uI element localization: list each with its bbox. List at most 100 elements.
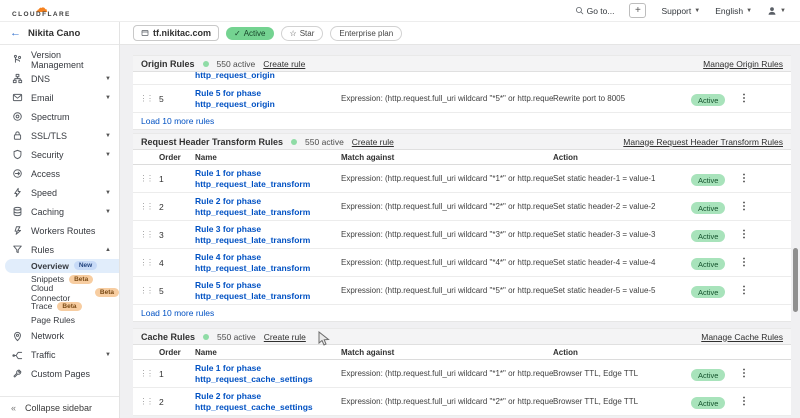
- sidebar-item-caching[interactable]: Caching ▼: [0, 202, 119, 221]
- section-title: Request Header Transform Rules: [141, 137, 283, 147]
- table-body: ⋮⋮ 1 Rule 1 for phasehttp_request_late_t…: [133, 165, 791, 305]
- sidebar-item-label: Caching: [31, 207, 64, 217]
- chevron-down-icon: ▼: [105, 209, 111, 215]
- active-dot-icon: [203, 61, 209, 67]
- sidebar-item-label: Access: [31, 169, 60, 179]
- rule-order: 5: [159, 286, 195, 296]
- manage-rules-link[interactable]: Manage Cache Rules: [701, 332, 783, 342]
- sidebar-item-rules[interactable]: Rules▲: [0, 240, 119, 259]
- sidebar-item-label: Spectrum: [31, 112, 70, 122]
- cloudflare-logo[interactable]: ☁ CLOUDFLARE: [12, 3, 71, 19]
- rule-name-link[interactable]: Rule 2 for phasehttp_request_late_transf…: [195, 196, 341, 218]
- sidebar-item-version-management[interactable]: Version Management: [0, 50, 119, 69]
- section-header: Request Header Transform Rules 550 activ…: [133, 133, 791, 150]
- drag-handle-icon[interactable]: ⋮⋮: [133, 94, 159, 103]
- chevron-down-icon: ▼: [105, 352, 111, 358]
- lock-icon: [11, 130, 23, 141]
- status-badge: Active: [691, 202, 725, 214]
- rule-action: Rewrite port to 8005: [553, 94, 691, 103]
- sidebar: ← Nikita Cano Version ManagementDNS▼Emai…: [0, 22, 120, 418]
- kebab-menu-icon[interactable]: ⋮: [735, 173, 765, 184]
- create-rule-link[interactable]: Create rule: [263, 59, 305, 69]
- table-row: ⋮⋮ 1 Rule 1 for phasehttp_request_late_t…: [133, 165, 791, 193]
- chevron-up-icon: ▲: [105, 247, 111, 253]
- rule-action: Browser TTL, Edge TTL: [553, 369, 691, 378]
- drag-handle-icon[interactable]: ⋮⋮: [133, 202, 159, 211]
- user-menu[interactable]: ▼: [767, 6, 786, 16]
- domain-selector[interactable]: tf.nikitac.com: [133, 25, 219, 41]
- rule-match-expression: Expression: (http.request.full_uri wildc…: [341, 94, 553, 103]
- kebab-menu-icon[interactable]: ⋮: [735, 229, 765, 240]
- status-badge: Active: [691, 397, 725, 409]
- sidebar-item-ssl-tls[interactable]: SSL/TLS▼: [0, 126, 119, 145]
- sidebar-subitem-overview[interactable]: OverviewNew: [5, 259, 119, 273]
- section-title: Origin Rules: [141, 59, 195, 69]
- column-match: Match against: [341, 153, 553, 162]
- sidebar-subitem-cloud-connector[interactable]: Cloud ConnectorBeta: [0, 286, 119, 300]
- sidebar-item-traffic[interactable]: Traffic▼: [0, 346, 119, 365]
- collapse-sidebar-button[interactable]: « Collapse sidebar: [0, 396, 119, 418]
- rule-name-link[interactable]: Rule 3 for phasehttp_request_late_transf…: [195, 224, 341, 246]
- status-badge: Active: [691, 94, 725, 106]
- drag-handle-icon[interactable]: ⋮⋮: [133, 397, 159, 406]
- add-site-button[interactable]: +: [629, 3, 646, 18]
- sidebar-item-custom-pages[interactable]: Custom Pages: [0, 365, 119, 384]
- rules-overview-content: Origin Rules 550 active Create rule Mana…: [120, 45, 800, 418]
- sidebar-item-label: Custom Pages: [31, 369, 90, 379]
- sidebar-item-spectrum[interactable]: Spectrum: [0, 107, 119, 126]
- language-menu[interactable]: English ▼: [715, 6, 752, 16]
- manage-rules-link[interactable]: Manage Origin Rules: [703, 59, 783, 69]
- sidebar-item-email[interactable]: Email▼: [0, 88, 119, 107]
- email-icon: [11, 92, 23, 103]
- chevron-down-icon: ▼: [694, 8, 700, 14]
- section-header: Cache Rules 550 active Create rule Manag…: [133, 328, 791, 345]
- sidebar-item-security[interactable]: Security▼: [0, 145, 119, 164]
- drag-handle-icon[interactable]: ⋮⋮: [133, 258, 159, 267]
- table-column-headers: Order Name Match against Action: [133, 345, 791, 360]
- table-body: ⋮⋮ 5 Rule 5 for phasehttp_request_origin…: [133, 85, 791, 113]
- account-name: Nikita Cano: [28, 28, 80, 39]
- rule-name-link[interactable]: Rule 1 for phasehttp_request_late_transf…: [195, 168, 341, 190]
- scrollbar-thumb[interactable]: [793, 248, 798, 312]
- dns-icon: [11, 73, 23, 84]
- load-more-link[interactable]: Load 10 more rules: [141, 308, 214, 318]
- kebab-menu-icon[interactable]: ⋮: [735, 368, 765, 379]
- rule-match-expression: Expression: (http.request.full_uri wildc…: [341, 369, 553, 378]
- drag-handle-icon[interactable]: ⋮⋮: [133, 174, 159, 183]
- drag-handle-icon[interactable]: ⋮⋮: [133, 369, 159, 378]
- sidebar-subitem-trace[interactable]: TraceBeta: [0, 300, 119, 314]
- rule-name-link[interactable]: Rule 5 for phasehttp_request_origin: [195, 88, 341, 110]
- goto-search[interactable]: Go to...: [575, 6, 615, 16]
- sidebar-item-dns[interactable]: DNS▼: [0, 69, 119, 88]
- drag-handle-icon[interactable]: ⋮⋮: [133, 286, 159, 295]
- kebab-menu-icon[interactable]: ⋮: [735, 257, 765, 268]
- kebab-menu-icon[interactable]: ⋮: [735, 285, 765, 296]
- create-rule-link[interactable]: Create rule: [264, 332, 306, 342]
- manage-rules-link[interactable]: Manage Request Header Transform Rules: [623, 137, 783, 147]
- rule-action: Set static header-1 = value-1: [553, 174, 691, 183]
- rule-name-link[interactable]: Rule 4 for phasehttp_request_late_transf…: [195, 252, 341, 274]
- drag-handle-icon[interactable]: ⋮⋮: [133, 230, 159, 239]
- back-arrow-icon[interactable]: ←: [10, 27, 21, 39]
- rule-name-partial: http_request_origin: [195, 72, 341, 81]
- star-button[interactable]: ☆ Star: [281, 26, 324, 41]
- sidebar-item-speed[interactable]: Speed▼: [0, 183, 119, 202]
- rule-name-link[interactable]: Rule 1 for phasehttp_request_cache_setti…: [195, 363, 341, 385]
- load-more-link[interactable]: Load 10 more rules: [141, 116, 214, 126]
- support-menu[interactable]: Support ▼: [661, 6, 700, 16]
- sidebar-item-workers-routes[interactable]: Workers Routes: [0, 221, 119, 240]
- kebab-menu-icon[interactable]: ⋮: [735, 93, 765, 104]
- section-title: Cache Rules: [141, 332, 195, 342]
- rule-name-link[interactable]: Rule 2 for phasehttp_request_cache_setti…: [195, 391, 341, 413]
- kebab-menu-icon[interactable]: ⋮: [735, 201, 765, 212]
- rule-name-link[interactable]: Rule 5 for phasehttp_request_late_transf…: [195, 280, 341, 302]
- kebab-menu-icon[interactable]: ⋮: [735, 396, 765, 407]
- sidebar-item-network[interactable]: Network: [0, 327, 119, 346]
- column-action: Action: [553, 153, 691, 162]
- sidebar-item-label: SSL/TLS: [31, 131, 67, 141]
- search-icon: [575, 6, 584, 15]
- sidebar-subitem-page-rules[interactable]: Page Rules: [0, 313, 119, 327]
- create-rule-link[interactable]: Create rule: [352, 137, 394, 147]
- sidebar-item-label: Network: [31, 331, 64, 341]
- sidebar-item-access[interactable]: Access: [0, 164, 119, 183]
